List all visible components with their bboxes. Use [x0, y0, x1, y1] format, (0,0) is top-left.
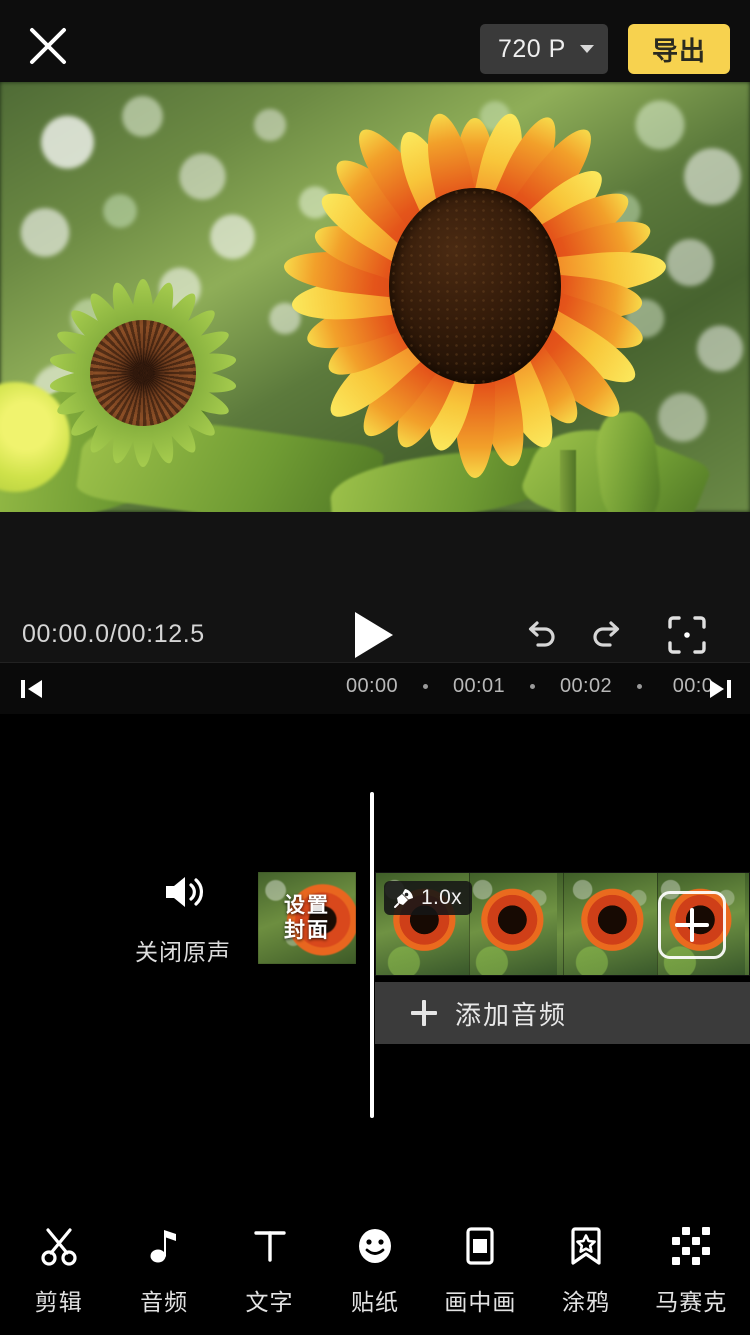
clip-speed-label: 1.0x — [421, 886, 462, 909]
mute-label: 关闭原声 — [135, 939, 231, 965]
skip-to-start-button[interactable] — [12, 671, 52, 707]
tool-doodle-label: 涂鸦 — [561, 1288, 610, 1315]
add-clip-button[interactable] — [658, 891, 726, 959]
cover-label-line2: 封面 — [284, 919, 330, 942]
mosaic-cell — [682, 1246, 691, 1255]
redo-icon — [593, 621, 620, 647]
clip-speed-badge[interactable]: 1.0x — [384, 881, 472, 915]
tool-sticker-label: 贴纸 — [350, 1288, 399, 1315]
tool-doodle[interactable]: 涂鸦 — [533, 1223, 638, 1317]
add-audio-label: 添加音频 — [455, 999, 568, 1030]
speaker-icon — [160, 869, 206, 915]
tool-audio-label: 音频 — [140, 1288, 189, 1315]
mosaic-cell — [692, 1256, 701, 1265]
scissors-icon — [36, 1223, 82, 1269]
mosaic-cell — [702, 1237, 710, 1245]
redo-button[interactable] — [582, 610, 632, 660]
export-button[interactable]: 导出 — [627, 24, 730, 74]
skip-to-start-icon — [21, 680, 42, 698]
mosaic-cell — [672, 1247, 680, 1255]
fit-screen-button[interactable] — [662, 610, 712, 660]
plus-icon — [411, 1000, 437, 1026]
ruler-tick-label: 00:02 — [559, 675, 613, 697]
ruler-tick-dot — [530, 684, 535, 689]
top-bar: 720 P 导出 — [0, 0, 750, 82]
mute-original-audio-button[interactable]: 关闭原声 — [125, 869, 241, 967]
mosaic-cell — [702, 1226, 711, 1235]
clip-frame — [470, 873, 564, 975]
tool-pip-label: 画中画 — [444, 1288, 517, 1315]
close-icon[interactable] — [22, 20, 74, 72]
undo-button[interactable] — [516, 610, 566, 660]
sunflower-main — [281, 100, 669, 478]
resolution-select[interactable]: 720 P — [480, 24, 608, 74]
bottom-toolbar: 剪辑 音频 文字 贴纸 画中画 涂鸦 马赛克 — [0, 1204, 750, 1335]
cover-label-line1: 设置 — [284, 894, 330, 917]
tool-text[interactable]: 文字 — [217, 1223, 322, 1317]
skip-to-end-button[interactable] — [700, 671, 740, 707]
mosaic-cell — [682, 1226, 691, 1235]
ruler-ticks: 00:00 00:01 00:02 00:0 — [330, 675, 735, 698]
mosaic-cell — [692, 1227, 700, 1235]
mosaic-cell — [692, 1236, 701, 1245]
ruler-tick-dot — [637, 684, 642, 689]
mosaic-icon — [668, 1223, 714, 1269]
mosaic-cell — [702, 1246, 711, 1255]
cover-label: 设置 封面 — [258, 893, 356, 943]
tool-audio[interactable]: 音频 — [111, 1223, 216, 1317]
smiley-sticker-icon — [352, 1223, 398, 1269]
star-bookmark-icon — [563, 1223, 609, 1269]
text-t-icon — [247, 1223, 293, 1269]
tool-mosaic-label: 马赛克 — [655, 1288, 728, 1315]
mosaic-cell — [682, 1237, 690, 1245]
undo-icon — [528, 621, 555, 647]
mosaic-cell — [692, 1247, 700, 1255]
tool-edit-label: 剪辑 — [34, 1288, 83, 1315]
video-editor-screen: 720 P 导出 00:00.0/00:12.5 00:00 00:01 00:… — [0, 0, 750, 1335]
resolution-value: 720 P — [498, 34, 566, 63]
mosaic-cell — [702, 1257, 710, 1265]
playback-bar: 00:00.0/00:12.5 — [0, 512, 750, 662]
mosaic-cell — [682, 1257, 690, 1265]
ruler-tick-label: 00:00 — [345, 675, 399, 697]
tool-pip[interactable]: 画中画 — [428, 1223, 533, 1317]
tool-sticker[interactable]: 贴纸 — [322, 1223, 427, 1317]
fit-screen-icon — [668, 616, 706, 654]
mosaic-cell — [672, 1256, 681, 1265]
skip-to-end-icon — [710, 680, 731, 698]
ruler-tick-label: 00:01 — [452, 675, 506, 697]
tool-mosaic[interactable]: 马赛克 — [639, 1223, 744, 1317]
tool-text-label: 文字 — [245, 1288, 294, 1315]
ruler-tick-dot — [423, 684, 428, 689]
mosaic-cell — [672, 1236, 681, 1245]
video-clip-track[interactable]: 1.0x — [375, 872, 750, 976]
timecode-display: 00:00.0/00:12.5 — [22, 620, 205, 648]
play-icon — [355, 612, 393, 658]
video-preview[interactable] — [0, 82, 750, 512]
timeline-ruler[interactable]: 00:00 00:01 00:02 00:0 — [0, 662, 750, 714]
set-cover-button[interactable]: 设置 封面 — [258, 872, 356, 964]
timeline-area[interactable]: 关闭原声 设置 封面 1.0x 添加音频 — [0, 714, 750, 1204]
rocket-icon — [394, 889, 413, 908]
tool-edit[interactable]: 剪辑 — [6, 1223, 111, 1317]
sunflower-bud — [48, 279, 238, 467]
clip-frame — [564, 873, 658, 975]
picture-in-picture-icon — [457, 1223, 503, 1269]
playhead-handle[interactable] — [370, 792, 374, 1118]
mosaic-cell — [672, 1227, 680, 1235]
music-note-icon — [141, 1223, 187, 1269]
add-audio-track-button[interactable]: 添加音频 — [375, 982, 750, 1044]
chevron-down-icon — [579, 45, 594, 53]
play-button[interactable] — [355, 612, 399, 658]
